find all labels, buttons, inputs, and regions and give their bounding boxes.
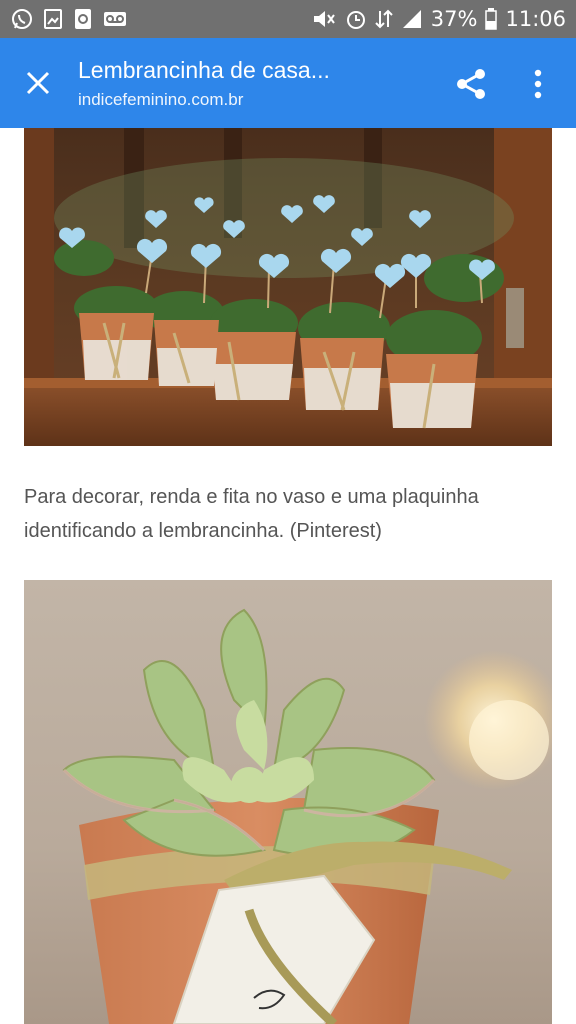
more-vert-icon xyxy=(534,69,542,99)
signal-icon xyxy=(401,8,423,30)
article-image-succulent[interactable] xyxy=(24,580,552,1024)
image-caption: Para decorar, renda e fita no vaso e uma… xyxy=(24,480,552,548)
data-icon xyxy=(375,8,393,30)
alarm-icon xyxy=(345,8,367,30)
notification-icons xyxy=(10,7,128,31)
page-url: indicefeminino.com.br xyxy=(78,90,244,109)
close-icon xyxy=(26,71,50,95)
recycle-icon xyxy=(72,7,94,31)
share-button[interactable] xyxy=(450,63,492,105)
voicemail-icon xyxy=(102,7,128,31)
system-status: 37% 11:06 xyxy=(311,7,566,31)
whatsapp-icon xyxy=(10,7,34,31)
article-image-plants[interactable] xyxy=(24,128,552,446)
custom-tab-toolbar: Lembrancinha de casa... indicefeminino.c… xyxy=(0,38,576,128)
close-button[interactable] xyxy=(18,63,58,103)
title-block: Lembrancinha de casa... indicefeminino.c… xyxy=(78,56,418,112)
share-icon xyxy=(457,69,485,99)
image-icon xyxy=(42,7,64,31)
status-bar: 37% 11:06 xyxy=(0,0,576,38)
overflow-menu-button[interactable] xyxy=(520,63,556,105)
caption-line-2: identificando a lembrancinha. (Pinterest… xyxy=(24,520,382,542)
battery-percent: 37% xyxy=(430,7,478,31)
battery-icon xyxy=(485,8,498,30)
mute-icon xyxy=(311,8,337,30)
page-title: Lembrancinha de casa... xyxy=(78,57,330,83)
clock: 11:06 xyxy=(505,7,566,31)
caption-line-1: Para decorar, renda e fita no vaso e uma… xyxy=(24,486,479,508)
